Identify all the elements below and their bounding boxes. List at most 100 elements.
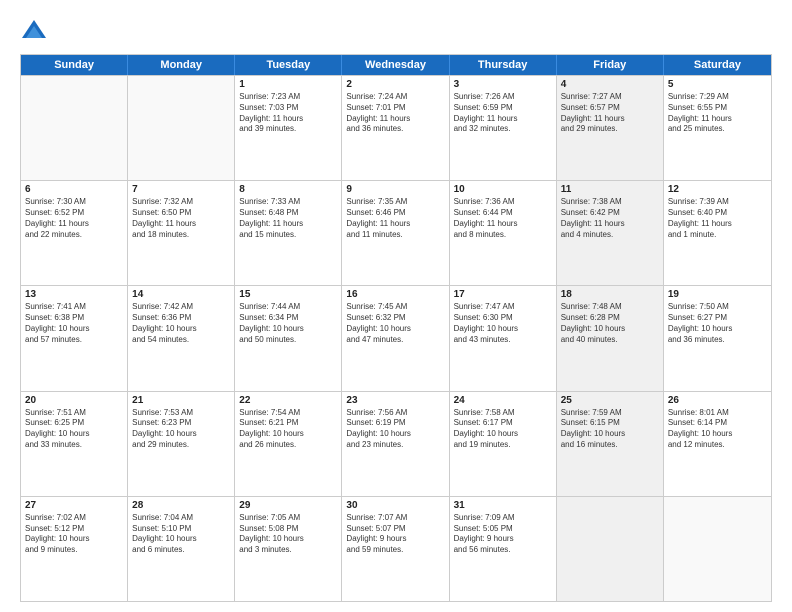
- day-number: 25: [561, 395, 659, 406]
- day-number: 31: [454, 500, 552, 511]
- cell-info-line: and 1 minute.: [668, 230, 767, 241]
- cell-info-line: Daylight: 11 hours: [454, 219, 552, 230]
- cell-info-line: and 40 minutes.: [561, 335, 659, 346]
- calendar-cell-0-0: [21, 76, 128, 180]
- calendar-cell-0-4: 3Sunrise: 7:26 AMSunset: 6:59 PMDaylight…: [450, 76, 557, 180]
- calendar-cell-4-1: 28Sunrise: 7:04 AMSunset: 5:10 PMDayligh…: [128, 497, 235, 601]
- calendar-cell-2-5: 18Sunrise: 7:48 AMSunset: 6:28 PMDayligh…: [557, 286, 664, 390]
- calendar-row-4: 27Sunrise: 7:02 AMSunset: 5:12 PMDayligh…: [21, 496, 771, 601]
- day-number: 11: [561, 184, 659, 195]
- day-number: 17: [454, 289, 552, 300]
- calendar-cell-2-4: 17Sunrise: 7:47 AMSunset: 6:30 PMDayligh…: [450, 286, 557, 390]
- cell-info-line: and 8 minutes.: [454, 230, 552, 241]
- weekday-header-thursday: Thursday: [450, 55, 557, 75]
- calendar-cell-0-6: 5Sunrise: 7:29 AMSunset: 6:55 PMDaylight…: [664, 76, 771, 180]
- cell-info-line: Daylight: 10 hours: [239, 534, 337, 545]
- cell-info-line: Sunrise: 7:41 AM: [25, 302, 123, 313]
- cell-info-line: Sunset: 5:07 PM: [346, 524, 444, 535]
- cell-info-line: Daylight: 10 hours: [561, 429, 659, 440]
- cell-info-line: Sunset: 5:10 PM: [132, 524, 230, 535]
- cell-info-line: Sunset: 6:46 PM: [346, 208, 444, 219]
- calendar-cell-0-2: 1Sunrise: 7:23 AMSunset: 7:03 PMDaylight…: [235, 76, 342, 180]
- calendar-cell-3-5: 25 Sunrise: 7:59 AMSunset: 6:15 PMDayligh…: [557, 392, 664, 496]
- cell-info-line: and 22 minutes.: [25, 230, 123, 241]
- cell-info-line: Daylight: 10 hours: [132, 534, 230, 545]
- cell-info-line: Daylight: 10 hours: [346, 324, 444, 335]
- calendar-cell-4-2: 29Sunrise: 7:05 AMSunset: 5:08 PMDayligh…: [235, 497, 342, 601]
- calendar-cell-3-2: 22Sunrise: 7:54 AMSunset: 6:21 PMDayligh…: [235, 392, 342, 496]
- day-number: 3: [454, 79, 552, 90]
- cell-info-line: and 56 minutes.: [454, 545, 552, 556]
- day-number: 15: [239, 289, 337, 300]
- calendar-cell-1-0: 6Sunrise: 7:30 AMSunset: 6:52 PMDaylight…: [21, 181, 128, 285]
- cell-info-line: and 47 minutes.: [346, 335, 444, 346]
- cell-info-line: Sunrise: 7:48 AM: [561, 302, 659, 313]
- cell-info-line: Sunrise: 8:01 AM: [668, 408, 767, 419]
- day-number: 27: [25, 500, 123, 511]
- cell-info-line: and 11 minutes.: [346, 230, 444, 241]
- cell-info-line: Daylight: 9 hours: [454, 534, 552, 545]
- cell-info-line: Sunrise: 7:58 AM: [454, 408, 552, 419]
- cell-info-line: Sunset: 6:57 PM: [561, 103, 659, 114]
- cell-info-line: and 57 minutes.: [25, 335, 123, 346]
- cell-info-line: and 6 minutes.: [132, 545, 230, 556]
- cell-info-line: Sunrise: 7:23 AM: [239, 92, 337, 103]
- day-number: 14: [132, 289, 230, 300]
- cell-info-line: Sunrise: 7:24 AM: [346, 92, 444, 103]
- calendar-cell-4-4: 31Sunrise: 7:09 AMSunset: 5:05 PMDayligh…: [450, 497, 557, 601]
- cell-info-line: Daylight: 11 hours: [25, 219, 123, 230]
- calendar-cell-3-4: 24Sunrise: 7:58 AMSunset: 6:17 PMDayligh…: [450, 392, 557, 496]
- cell-info-line: Sunrise: 7:32 AM: [132, 197, 230, 208]
- cell-info-line: and 39 minutes.: [239, 124, 337, 135]
- calendar-row-0: 1Sunrise: 7:23 AMSunset: 7:03 PMDaylight…: [21, 75, 771, 180]
- calendar-cell-1-2: 8Sunrise: 7:33 AMSunset: 6:48 PMDaylight…: [235, 181, 342, 285]
- cell-info-line: Sunrise: 7:56 AM: [346, 408, 444, 419]
- cell-info-line: and 36 minutes.: [346, 124, 444, 135]
- cell-info-line: Sunrise: 7:33 AM: [239, 197, 337, 208]
- day-number: 9: [346, 184, 444, 195]
- day-number: 6: [25, 184, 123, 195]
- calendar-cell-4-6: [664, 497, 771, 601]
- cell-info-line: Sunrise: 7:42 AM: [132, 302, 230, 313]
- cell-info-line: Daylight: 11 hours: [454, 114, 552, 125]
- cell-info-line: and 25 minutes.: [668, 124, 767, 135]
- cell-info-line: and 4 minutes.: [561, 230, 659, 241]
- cell-info-line: Sunrise: 7:53 AM: [132, 408, 230, 419]
- cell-info-line: and 26 minutes.: [239, 440, 337, 451]
- calendar-cell-3-6: 26Sunrise: 8:01 AMSunset: 6:14 PMDayligh…: [664, 392, 771, 496]
- cell-info-line: Sunset: 6:52 PM: [25, 208, 123, 219]
- calendar-cell-4-3: 30Sunrise: 7:07 AMSunset: 5:07 PMDayligh…: [342, 497, 449, 601]
- cell-info-line: and 36 minutes.: [668, 335, 767, 346]
- cell-info-line: Daylight: 10 hours: [239, 429, 337, 440]
- calendar-cell-1-5: 11Sunrise: 7:38 AMSunset: 6:42 PMDayligh…: [557, 181, 664, 285]
- day-number: 4: [561, 79, 659, 90]
- cell-info-line: and 16 minutes.: [561, 440, 659, 451]
- day-number: 29: [239, 500, 337, 511]
- calendar-row-2: 13Sunrise: 7:41 AMSunset: 6:38 PMDayligh…: [21, 285, 771, 390]
- cell-info-line: Sunrise: 7:51 AM: [25, 408, 123, 419]
- cell-info-line: Daylight: 11 hours: [132, 219, 230, 230]
- day-number: 18: [561, 289, 659, 300]
- day-number: 23: [346, 395, 444, 406]
- calendar-cell-1-3: 9Sunrise: 7:35 AMSunset: 6:46 PMDaylight…: [342, 181, 449, 285]
- cell-info-line: Daylight: 11 hours: [239, 114, 337, 125]
- cell-info-line: Sunrise: 7:59 AM: [561, 408, 659, 419]
- cell-info-line: Daylight: 10 hours: [454, 429, 552, 440]
- logo: [20, 16, 52, 44]
- cell-info-line: Sunset: 6:44 PM: [454, 208, 552, 219]
- cell-info-line: Daylight: 9 hours: [346, 534, 444, 545]
- page: SundayMondayTuesdayWednesdayThursdayFrid…: [0, 0, 792, 612]
- cell-info-line: Sunrise: 7:39 AM: [668, 197, 767, 208]
- cell-info-line: and 18 minutes.: [132, 230, 230, 241]
- cell-info-line: and 9 minutes.: [25, 545, 123, 556]
- calendar-cell-3-1: 21Sunrise: 7:53 AMSunset: 6:23 PMDayligh…: [128, 392, 235, 496]
- day-number: 24: [454, 395, 552, 406]
- cell-info-line: Sunset: 6:32 PM: [346, 313, 444, 324]
- cell-info-line: Sunset: 6:15 PM: [561, 418, 659, 429]
- cell-info-line: Sunrise: 7:02 AM: [25, 513, 123, 524]
- day-number: 30: [346, 500, 444, 511]
- cell-info-line: Sunrise: 7:50 AM: [668, 302, 767, 313]
- cell-info-line: Sunset: 6:21 PM: [239, 418, 337, 429]
- cell-info-line: and 23 minutes.: [346, 440, 444, 451]
- calendar-cell-4-5: [557, 497, 664, 601]
